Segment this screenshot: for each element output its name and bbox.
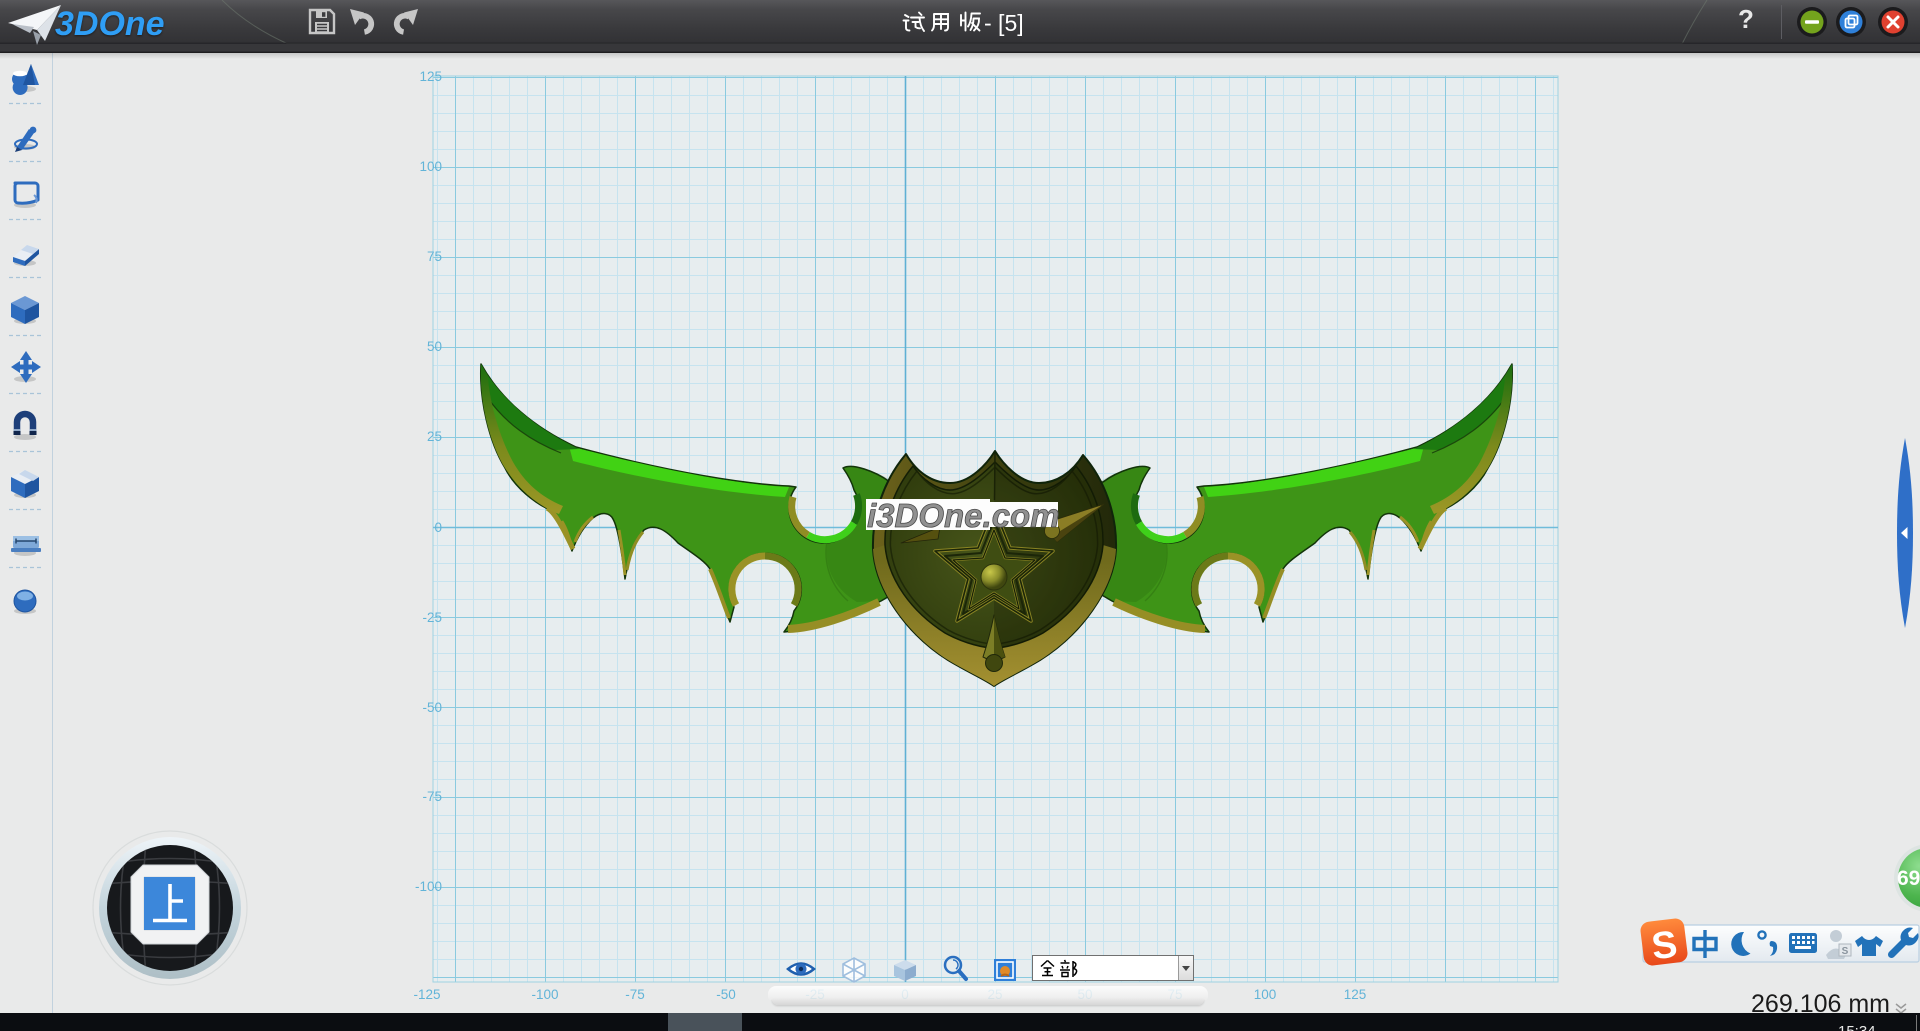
- svg-text:S: S: [1842, 946, 1849, 957]
- svg-text:25: 25: [427, 429, 442, 444]
- svg-text:-75: -75: [422, 789, 442, 804]
- svg-text:100: 100: [419, 159, 442, 174]
- svg-text:69: 69: [1897, 867, 1920, 890]
- svg-text:-100: -100: [531, 987, 558, 1002]
- svg-text:S: S: [1649, 924, 1679, 966]
- svg-text:-100: -100: [415, 879, 442, 894]
- svg-text:0: 0: [434, 520, 442, 535]
- svg-text:-125: -125: [413, 987, 440, 1002]
- svg-text:i3DOne.com: i3DOne.com: [867, 497, 1060, 534]
- svg-text:-25: -25: [422, 610, 442, 625]
- svg-text:125: 125: [419, 69, 442, 84]
- svg-text:-75: -75: [625, 987, 645, 1002]
- svg-text:-50: -50: [422, 700, 442, 715]
- svg-text:100: 100: [1254, 987, 1277, 1002]
- svg-text:50: 50: [427, 339, 442, 354]
- svg-text:75: 75: [427, 249, 442, 264]
- svg-text:125: 125: [1344, 987, 1367, 1002]
- svg-text:-50: -50: [716, 987, 736, 1002]
